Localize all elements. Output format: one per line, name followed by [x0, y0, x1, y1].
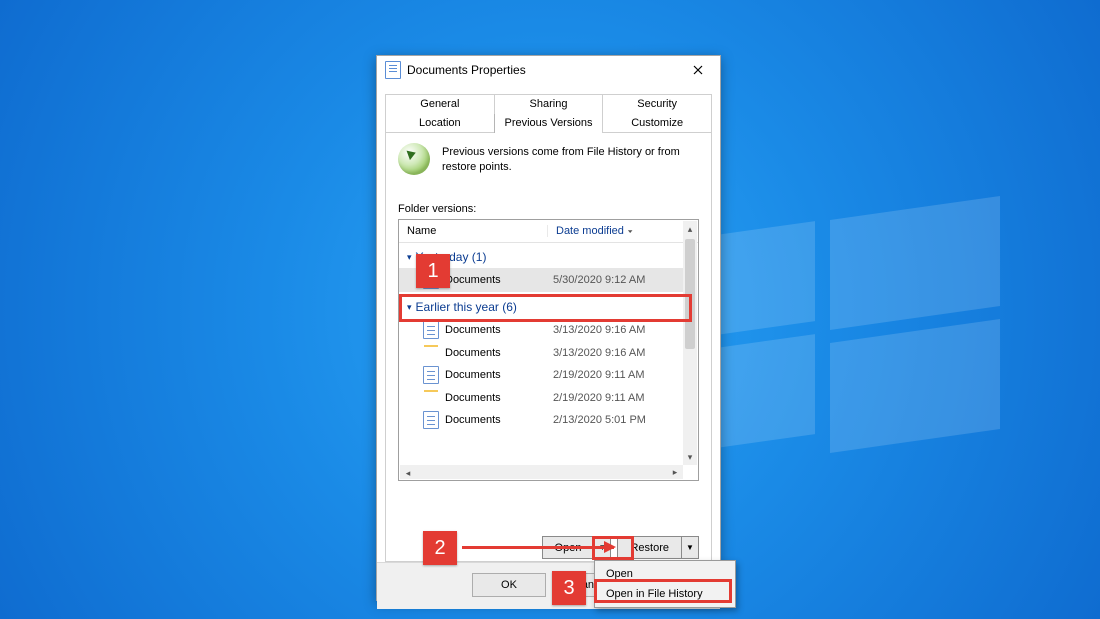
- scroll-right-icon[interactable]: ▸: [667, 465, 683, 479]
- tab-previous-versions[interactable]: Previous Versions: [494, 114, 603, 133]
- list-item[interactable]: Documents 3/13/2020 9:16 AM: [399, 318, 684, 342]
- close-button[interactable]: [678, 56, 718, 84]
- title-icon: [385, 61, 401, 79]
- menu-open[interactable]: Open: [598, 564, 732, 584]
- close-icon: [693, 65, 703, 75]
- group-earlier-this-year[interactable]: ▾Earlier this year (6): [399, 292, 684, 318]
- folder-versions-label: Folder versions:: [398, 203, 699, 215]
- menu-open-in-file-history[interactable]: Open in File History: [598, 584, 732, 604]
- scroll-down-icon[interactable]: ▾: [683, 449, 697, 465]
- open-dropdown-menu: Open Open in File History: [594, 560, 736, 608]
- tab-security[interactable]: Security: [602, 94, 712, 114]
- scroll-up-icon[interactable]: ▴: [683, 221, 697, 237]
- vertical-scrollbar[interactable]: ▴ ▾: [683, 221, 697, 465]
- window-title: Documents Properties: [407, 63, 678, 77]
- scroll-left-icon[interactable]: ◂: [400, 467, 416, 481]
- tab-customize[interactable]: Customize: [602, 114, 712, 133]
- titlebar: Documents Properties: [377, 56, 720, 84]
- chevron-down-icon: ▾: [407, 252, 412, 263]
- history-icon: [398, 143, 430, 175]
- list-item[interactable]: Documents 2/19/2020 9:11 AM: [399, 387, 684, 408]
- file-icon: [423, 321, 439, 339]
- restore-button[interactable]: Restore: [618, 537, 681, 558]
- file-icon: [423, 411, 439, 429]
- list-header: Name Date modified▾: [399, 220, 698, 243]
- horizontal-scrollbar[interactable]: ◂ ▸: [400, 465, 683, 479]
- previous-versions-page: Previous versions come from File History…: [385, 132, 712, 562]
- list-item[interactable]: Documents 2/13/2020 5:01 PM: [399, 408, 684, 432]
- folder-icon: [423, 392, 439, 405]
- desktop: Documents Properties General Sharing Sec…: [0, 0, 1100, 619]
- scroll-thumb[interactable]: [685, 239, 695, 349]
- tabs-container: General Sharing Security Location Previo…: [377, 84, 720, 562]
- list-item[interactable]: Documents 2/19/2020 9:11 AM: [399, 363, 684, 387]
- folder-icon: [423, 347, 439, 360]
- tab-location[interactable]: Location: [385, 114, 494, 133]
- restore-dropdown-button[interactable]: ▼: [681, 537, 698, 558]
- list-item[interactable]: Documents 3/13/2020 9:16 AM: [399, 342, 684, 363]
- annotation-arrow: [462, 546, 614, 549]
- tab-sharing[interactable]: Sharing: [494, 94, 603, 114]
- annotation-badge-1: 1: [416, 254, 450, 288]
- file-icon: [423, 366, 439, 384]
- chevron-down-icon: ▾: [407, 302, 412, 313]
- page-description: Previous versions come from File History…: [442, 143, 699, 175]
- sort-indicator-icon: ▾: [628, 228, 633, 235]
- column-name[interactable]: Name: [399, 225, 548, 237]
- ok-button[interactable]: OK: [472, 573, 546, 597]
- annotation-badge-2: 2: [423, 531, 457, 565]
- annotation-badge-3: 3: [552, 571, 586, 605]
- tab-general[interactable]: General: [385, 94, 494, 114]
- properties-dialog: Documents Properties General Sharing Sec…: [376, 55, 721, 601]
- column-date-modified[interactable]: Date modified▾: [548, 225, 698, 237]
- restore-split-button[interactable]: Restore ▼: [617, 536, 699, 559]
